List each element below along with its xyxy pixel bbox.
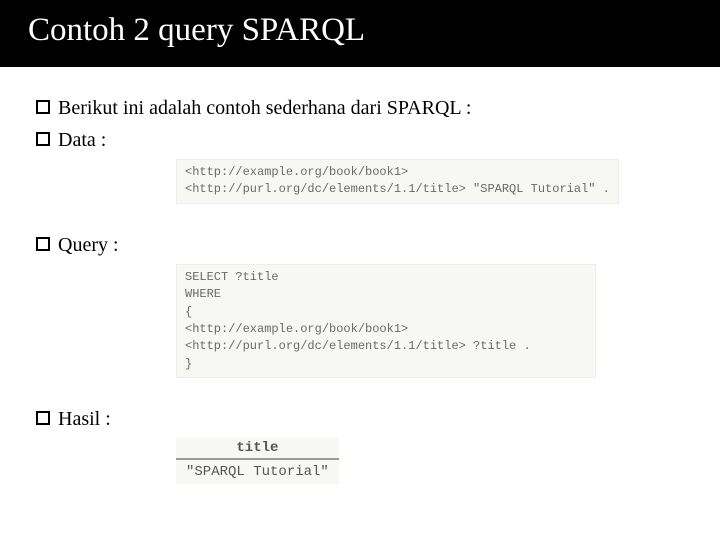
data-code-block: <http://example.org/book/book1> <http://…	[176, 159, 619, 204]
result-table-wrap: title "SPARQL Tutorial"	[176, 438, 684, 484]
bullet-intro: Berikut ini adalah contoh sederhana dari…	[36, 95, 684, 121]
square-bullet-icon	[36, 100, 50, 114]
bullet-intro-text: Berikut ini adalah contoh sederhana dari…	[58, 95, 471, 121]
title-text: Contoh 2 query SPARQL	[28, 12, 365, 48]
query-code-block: SELECT ?title WHERE { <http://example.or…	[176, 264, 596, 378]
slide-title: Contoh 2 query SPARQL	[0, 0, 720, 67]
square-bullet-icon	[36, 132, 50, 146]
slide-body: Berikut ini adalah contoh sederhana dari…	[0, 67, 720, 484]
square-bullet-icon	[36, 411, 50, 425]
result-cell: "SPARQL Tutorial"	[176, 459, 339, 484]
bullet-query: Query :	[36, 232, 684, 258]
bullet-data: Data :	[36, 127, 684, 153]
result-header: title	[176, 438, 339, 459]
bullet-query-label: Query :	[58, 232, 119, 258]
square-bullet-icon	[36, 237, 50, 251]
bullet-data-label: Data :	[58, 127, 106, 153]
result-table: title "SPARQL Tutorial"	[176, 438, 339, 484]
bullet-result: Hasil :	[36, 406, 684, 432]
data-code-wrap: <http://example.org/book/book1> <http://…	[176, 159, 684, 204]
query-code-wrap: SELECT ?title WHERE { <http://example.or…	[176, 264, 684, 378]
bullet-result-label: Hasil :	[58, 406, 111, 432]
